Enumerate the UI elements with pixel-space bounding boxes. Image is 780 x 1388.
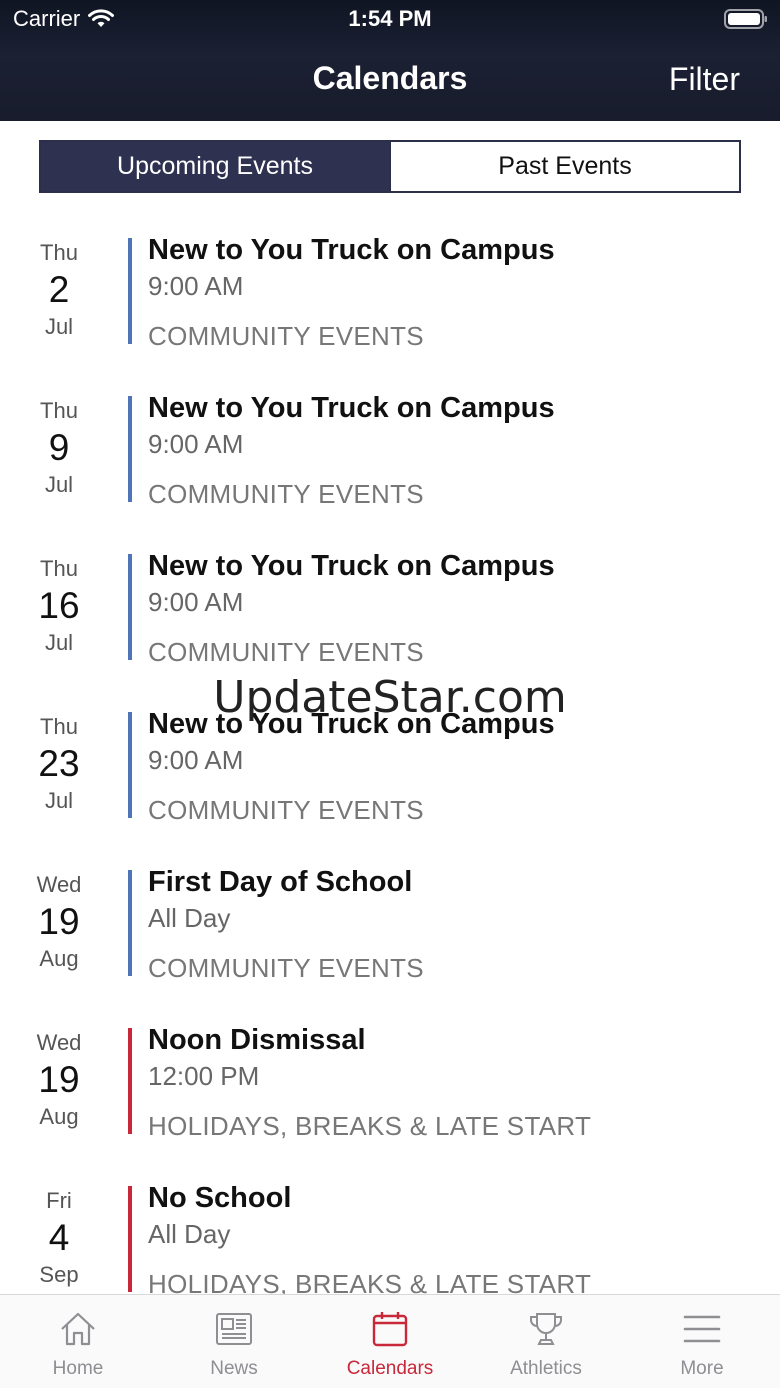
event-day: 19 [38, 901, 80, 942]
trophy-icon [530, 1313, 562, 1345]
bottom-tab-bar: Home News Calendars Athletics More [0, 1294, 780, 1388]
event-title: First Day of School [148, 866, 413, 898]
event-category: COMMUNITY EVENTS [148, 479, 424, 509]
event-weekday: Thu [40, 714, 78, 739]
navigation-header: Carrier 1:54 PM Calendars Filter [0, 0, 780, 121]
event-row[interactable]: Wed 19 Aug First Day of School All Day C… [0, 862, 780, 992]
event-title: Noon Dismissal [148, 1024, 366, 1056]
category-color-bar [128, 1186, 132, 1292]
tab-athletics[interactable]: Athletics [468, 1295, 624, 1388]
events-segmented-control: Upcoming Events Past Events [39, 140, 741, 193]
event-time: 9:00 AM [148, 587, 244, 617]
event-category: HOLIDAYS, BREAKS & LATE START [148, 1269, 592, 1294]
category-color-bar [128, 1028, 132, 1134]
event-row[interactable]: Wed 19 Aug Noon Dismissal 12:00 PM HOLID… [0, 1020, 780, 1150]
event-category: COMMUNITY EVENTS [148, 321, 424, 351]
event-time: All Day [148, 903, 231, 933]
event-weekday: Thu [40, 556, 78, 581]
event-day: 9 [48, 427, 70, 468]
event-weekday: Thu [40, 240, 78, 265]
event-title: New to You Truck on Campus [148, 708, 555, 740]
tab-news[interactable]: News [156, 1295, 312, 1388]
event-month: Aug [39, 1104, 79, 1129]
event-time: All Day [148, 1219, 231, 1249]
events-list: Thu 2 Jul New to You Truck on Campus 9:0… [0, 230, 780, 1294]
event-day: 2 [48, 269, 70, 310]
event-weekday: Wed [36, 872, 82, 897]
event-weekday: Thu [40, 398, 78, 423]
category-color-bar [128, 554, 132, 660]
event-row[interactable]: Thu 9 Jul New to You Truck on Campus 9:0… [0, 388, 780, 518]
tab-label: Home [52, 1358, 104, 1379]
tab-home[interactable]: Home [0, 1295, 156, 1388]
status-time: 1:54 PM [348, 6, 432, 31]
event-month: Aug [39, 946, 79, 971]
event-day: 16 [38, 585, 80, 626]
event-date: Thu 23 Jul [14, 714, 104, 814]
event-title: New to You Truck on Campus [148, 392, 555, 424]
event-month: Jul [44, 314, 74, 339]
event-month: Jul [44, 788, 74, 813]
event-date: Fri 4 Sep [14, 1188, 104, 1288]
event-title: No School [148, 1182, 292, 1214]
tab-label: Athletics [510, 1358, 582, 1379]
event-title: New to You Truck on Campus [148, 234, 555, 266]
event-time: 9:00 AM [148, 271, 244, 301]
event-day: 4 [48, 1217, 70, 1258]
event-category: COMMUNITY EVENTS [148, 637, 424, 667]
category-color-bar [128, 870, 132, 976]
event-day: 19 [38, 1059, 80, 1100]
event-category: COMMUNITY EVENTS [148, 953, 424, 983]
event-month: Jul [44, 472, 74, 497]
category-color-bar [128, 712, 132, 818]
event-title: New to You Truck on Campus [148, 550, 555, 582]
menu-icon [683, 1315, 721, 1343]
event-time: 9:00 AM [148, 745, 244, 775]
event-category: HOLIDAYS, BREAKS & LATE START [148, 1111, 592, 1141]
event-date: Thu 2 Jul [14, 240, 104, 340]
event-date: Thu 16 Jul [14, 556, 104, 656]
event-day: 23 [38, 743, 80, 784]
event-row[interactable]: Thu 16 Jul New to You Truck on Campus 9:… [0, 546, 780, 676]
event-row[interactable]: Thu 23 Jul New to You Truck on Campus 9:… [0, 704, 780, 834]
event-row[interactable]: Fri 4 Sep No School All Day HOLIDAYS, BR… [0, 1178, 780, 1294]
news-icon [216, 1313, 252, 1345]
tab-calendars[interactable]: Calendars [312, 1295, 468, 1388]
event-date: Wed 19 Aug [14, 872, 104, 972]
category-color-bar [128, 396, 132, 502]
event-row[interactable]: Thu 2 Jul New to You Truck on Campus 9:0… [0, 230, 780, 360]
event-month: Jul [44, 630, 74, 655]
battery-icon [724, 9, 767, 29]
upcoming-events-tab[interactable]: Upcoming Events [41, 142, 389, 191]
tab-label: News [210, 1358, 258, 1379]
page-title: Calendars [312, 60, 468, 96]
past-events-tab[interactable]: Past Events [389, 142, 739, 191]
event-weekday: Fri [46, 1188, 72, 1213]
home-icon [61, 1312, 95, 1346]
tab-label: Calendars [346, 1358, 434, 1379]
filter-button[interactable]: Filter [669, 61, 740, 98]
tab-label: More [680, 1358, 724, 1379]
category-color-bar [128, 238, 132, 344]
event-date: Wed 19 Aug [14, 1030, 104, 1130]
calendar-icon [372, 1312, 408, 1347]
event-category: COMMUNITY EVENTS [148, 795, 424, 825]
event-date: Thu 9 Jul [14, 398, 104, 498]
event-weekday: Wed [36, 1030, 82, 1055]
event-month: Sep [39, 1262, 79, 1287]
event-time: 12:00 PM [148, 1061, 260, 1091]
event-time: 9:00 AM [148, 429, 244, 459]
tab-more[interactable]: More [624, 1295, 780, 1388]
